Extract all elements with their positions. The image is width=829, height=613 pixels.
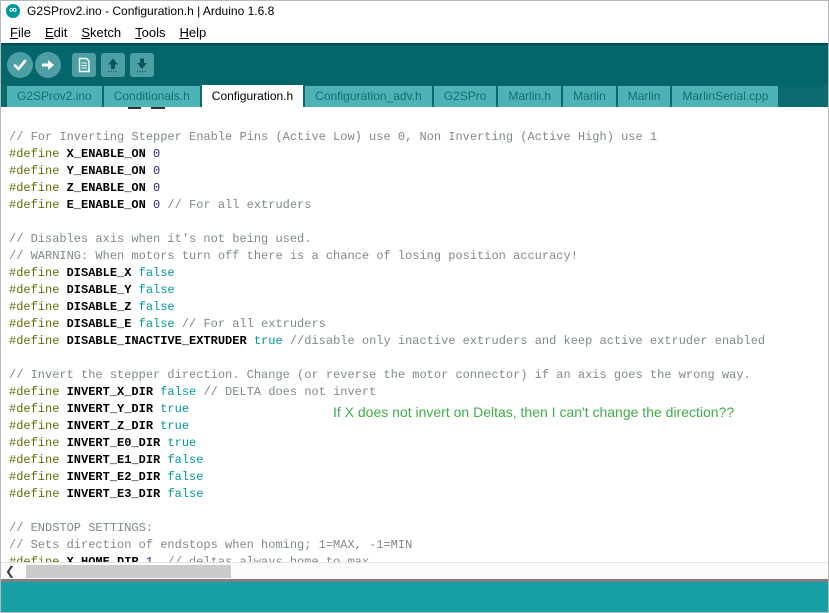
- menu-tools[interactable]: Tools: [128, 23, 172, 42]
- tab-marlin-h-5[interactable]: Marlin.h: [498, 86, 561, 107]
- code-line: [9, 214, 765, 231]
- code-line: #define DISABLE_Z false: [9, 299, 765, 316]
- code-line: // Disables axis when it's not being use…: [9, 231, 765, 248]
- user-annotation-note: If X does not invert on Deltas, then I c…: [333, 404, 734, 420]
- toolbar: [1, 43, 828, 85]
- tab-configuration-h-2[interactable]: Configuration.h: [202, 85, 303, 107]
- clipped-line-fragment: [151, 107, 165, 109]
- menu-file[interactable]: File: [3, 23, 38, 42]
- tab-g2spro-4[interactable]: G2SPro: [434, 86, 497, 107]
- code-line: // For Inverting Stepper Enable Pins (Ac…: [9, 129, 765, 146]
- tab-configuration-adv-h-3[interactable]: Configuration_adv.h: [305, 86, 432, 107]
- code-line: #define INVERT_X_DIR false // DELTA does…: [9, 384, 765, 401]
- tab-conditionals-h-1[interactable]: Conditionals.h: [104, 86, 200, 107]
- code-line: #define Y_ENABLE_ON 0: [9, 163, 765, 180]
- code-line: #define X_ENABLE_ON 0: [9, 146, 765, 163]
- clipped-line-fragment: [128, 107, 141, 109]
- code-line: #define DISABLE_Y false: [9, 282, 765, 299]
- horizontal-scrollbar[interactable]: ❮: [1, 562, 828, 579]
- tab-g2sprov2-ino-0[interactable]: G2SProv2.ino: [7, 86, 102, 107]
- code-line: // ENDSTOP SETTINGS:: [9, 520, 765, 537]
- code-line: #define INVERT_Z_DIR true: [9, 418, 765, 435]
- menu-sketch[interactable]: Sketch: [74, 23, 128, 42]
- code-line: [9, 503, 765, 520]
- code-line: #define E_ENABLE_ON 0 // For all extrude…: [9, 197, 765, 214]
- horizontal-scrollbar-thumb[interactable]: [26, 565, 231, 578]
- save-button[interactable]: [130, 53, 154, 77]
- title-bar: ∞ G2SProv2.ino - Configuration.h | Ardui…: [1, 1, 828, 21]
- code-line: #define DISABLE_X false: [9, 265, 765, 282]
- status-bar: [1, 582, 828, 613]
- menu-help[interactable]: Help: [172, 23, 213, 42]
- code-line: #define INVERT_E2_DIR false: [9, 469, 765, 486]
- arduino-ide-window: ∞ G2SProv2.ino - Configuration.h | Ardui…: [0, 0, 829, 613]
- code-line: // Invert the stepper direction. Change …: [9, 367, 765, 384]
- file-tab-bar: G2SProv2.inoConditionals.hConfiguration.…: [1, 85, 828, 107]
- scroll-left-arrow-icon[interactable]: ❮: [5, 563, 15, 579]
- code-line: #define DISABLE_E false // For all extru…: [9, 316, 765, 333]
- code-line: #define INVERT_E1_DIR false: [9, 452, 765, 469]
- check-icon: [11, 56, 29, 74]
- code-line: [9, 350, 765, 367]
- menu-bar: FileEditSketchToolsHelp: [1, 21, 828, 43]
- window-title: G2SProv2.ino - Configuration.h | Arduino…: [27, 4, 274, 18]
- tab-marlin-6[interactable]: Marlin: [563, 86, 616, 107]
- document-icon: [75, 56, 93, 74]
- arrow-down-icon: [133, 56, 151, 74]
- arrow-right-icon: [39, 56, 57, 74]
- open-button[interactable]: [101, 53, 125, 77]
- tab-marlinserial-cpp-8[interactable]: MarlinSerial.cpp: [672, 86, 778, 107]
- code-line: // Sets direction of endstops when homin…: [9, 537, 765, 554]
- code-line: #define INVERT_E3_DIR false: [9, 486, 765, 503]
- code-line: #define Z_ENABLE_ON 0: [9, 180, 765, 197]
- new-sketch-button[interactable]: [72, 53, 96, 77]
- arduino-logo-icon: ∞: [6, 4, 20, 18]
- verify-button[interactable]: [7, 52, 33, 78]
- upload-button[interactable]: [35, 52, 61, 78]
- code-text: // For Inverting Stepper Enable Pins (Ac…: [9, 129, 765, 562]
- menu-edit[interactable]: Edit: [38, 23, 74, 42]
- code-editor[interactable]: // For Inverting Stepper Enable Pins (Ac…: [1, 107, 828, 562]
- code-line: #define DISABLE_INACTIVE_EXTRUDER true /…: [9, 333, 765, 350]
- code-line: // WARNING: When motors turn off there i…: [9, 248, 765, 265]
- tab-marlin-7[interactable]: Marlin: [618, 86, 671, 107]
- code-line: #define INVERT_E0_DIR true: [9, 435, 765, 452]
- code-line: #define X_HOME_DIR 1 // deltas always ho…: [9, 554, 765, 562]
- arrow-up-icon: [104, 56, 122, 74]
